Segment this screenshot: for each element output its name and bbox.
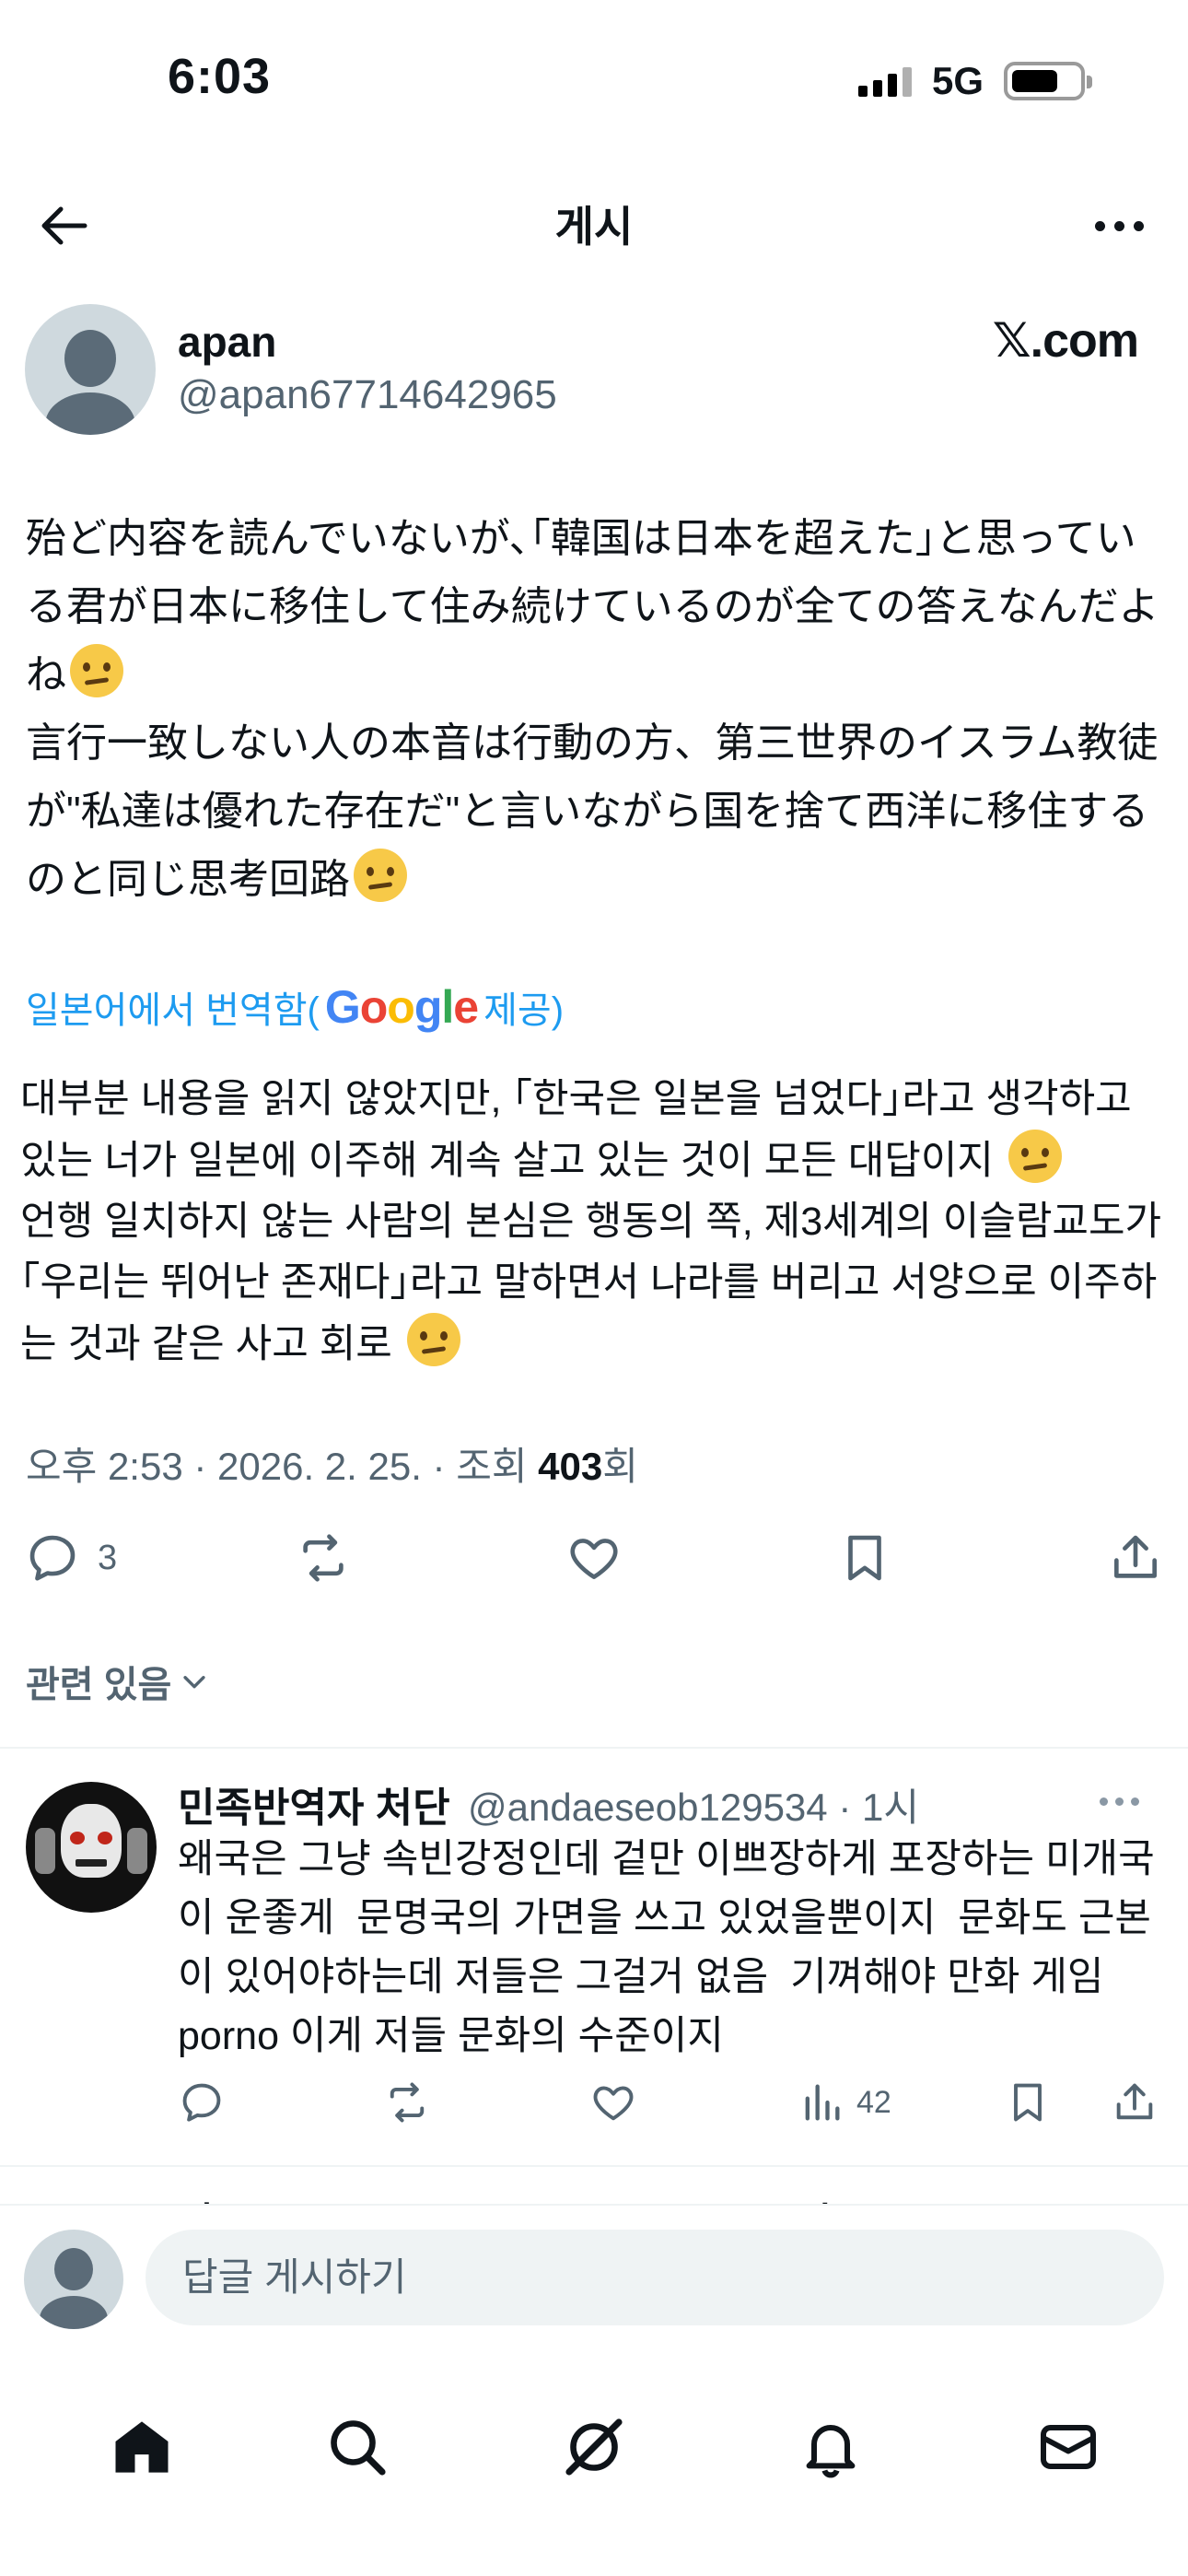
divider [0, 1747, 1188, 1749]
tab-notifications[interactable] [794, 2410, 868, 2484]
reply-repost-button[interactable] [383, 2078, 431, 2126]
heart-icon [570, 1539, 618, 1579]
bookmark-button[interactable] [836, 1529, 893, 1587]
google-logo: Google [324, 981, 479, 1033]
status-time: 6:03 [168, 49, 272, 104]
bookmark-icon [848, 1535, 881, 1581]
post-meta: 오후 2:53 · 2026. 2. 25. · 조회 403회 [26, 1435, 638, 1492]
bookmark-icon [1014, 2083, 1042, 2122]
post-text-paragraph-2: 言行一致しない人の本音は行動の方、第三世界のイスラム教徒が"私達は優れた存在だ"… [26, 720, 1159, 902]
heart-icon [593, 2086, 634, 2121]
analytics-icon [805, 2084, 840, 2121]
tab-messages[interactable] [1031, 2410, 1105, 2484]
bottom-tab-bar [0, 2351, 1188, 2576]
reply-author-avatar[interactable] [26, 1782, 157, 1913]
lying-face-emoji-icon [354, 849, 407, 902]
tab-grok[interactable] [557, 2410, 631, 2484]
post-body: 殆ど内容を読んでいないが､｢韓国は日本を超えた｣と思っている君が日本に移住して住… [26, 505, 1168, 914]
share-icon [1114, 1535, 1157, 1578]
signal-icon [857, 65, 912, 97]
reply-icon [29, 1535, 76, 1581]
reply-text: 왜국은 그냥 속빈강정인데 겉만 이쁘장하게 포장하는 미개국이 운좋게 문명국… [178, 1837, 1155, 2058]
translation-paragraph-2: 언행 일치하지 않는 사람의 본심은 행동의 쪽, 제3세계의 이슬람교도가 ｢… [20, 1200, 1173, 1366]
source-badge: 𝕏.com [992, 314, 1139, 368]
translated-post-body: 대부분 내용을 읽지 않았지만, ｢한국은 일본을 넘었다｣라고 생각하고 있는… [20, 1069, 1171, 1375]
mail-icon [1041, 2425, 1096, 2469]
lying-face-emoji-icon [1007, 1130, 1062, 1183]
reply-views-button[interactable]: 42 [798, 2078, 891, 2126]
author-handle[interactable]: @apan67714642965 [178, 372, 557, 418]
like-button[interactable] [565, 1529, 623, 1587]
more-options-button[interactable] [1087, 198, 1151, 253]
view-suffix: 회 [602, 1445, 638, 1488]
repost-icon [390, 2082, 425, 2123]
battery-icon [1004, 62, 1092, 100]
divider [0, 2165, 1188, 2167]
chevron-down-icon [183, 1676, 205, 1689]
translation-attribution[interactable]: 일본어에서 번역함( Google 제공) [26, 980, 564, 1034]
view-count: 403 [538, 1445, 603, 1488]
top-bar: 게시 [0, 175, 1188, 276]
translation-prefix: 일본어에서 번역함( [26, 990, 320, 1031]
author-avatar[interactable] [25, 304, 156, 435]
reply-button[interactable]: 3 [24, 1529, 117, 1587]
reply-view-count: 42 [856, 2084, 891, 2120]
page-title: 게시 [554, 203, 634, 251]
share-button[interactable] [1107, 1529, 1164, 1587]
repost-button[interactable] [295, 1529, 352, 1587]
network-label: 5G [931, 59, 984, 102]
reply-author-handle[interactable]: @andaeseob129534 · 1시 [468, 1776, 919, 1832]
reply-share-button[interactable] [1111, 2078, 1159, 2126]
my-avatar[interactable] [24, 2230, 123, 2329]
reply-composer [0, 2204, 1188, 2351]
reply-like-button[interactable] [589, 2078, 637, 2126]
reply-more-button[interactable] [1100, 1787, 1155, 1815]
translation-suffix: 제공) [483, 990, 565, 1031]
status-bar: 6:03 5G [0, 0, 1188, 157]
repost-icon [303, 1534, 344, 1582]
translation-paragraph-1: 대부분 내용을 읽지 않았지만, ｢한국은 일본을 넘었다｣라고 생각하고 있는… [20, 1077, 1143, 1183]
tab-search[interactable] [320, 2410, 394, 2484]
bell-icon [806, 2425, 856, 2478]
reply-input[interactable] [146, 2230, 1164, 2325]
sort-replies-dropdown[interactable]: 관련 있음 [26, 1655, 210, 1708]
status-indicators: 5G [857, 59, 1092, 103]
reply-action-bar: 42 [0, 2078, 1188, 2134]
reply-icon [182, 2083, 221, 2122]
grok-icon [565, 2418, 623, 2476]
reply-count: 3 [98, 1538, 118, 1577]
home-icon [115, 2421, 169, 2473]
post-timestamp: 오후 2:53 · 2026. 2. 25. · 조회 [26, 1445, 539, 1488]
reply-bookmark-button[interactable] [1004, 2078, 1052, 2126]
reply-reply-button[interactable] [178, 2078, 226, 2126]
share-icon [1116, 2083, 1153, 2120]
search-icon [331, 2420, 386, 2476]
author-name[interactable]: apan [178, 317, 276, 367]
post-action-bar: 3 [0, 1529, 1188, 1594]
lying-face-emoji-icon [406, 1313, 460, 1366]
post-text-paragraph-1: 殆ど内容を読んでいないが､｢韓国は日本を超えた｣と思っている君が日本に移住して住… [26, 516, 1159, 697]
lying-face-emoji-icon [70, 644, 123, 697]
tab-home[interactable] [105, 2410, 179, 2484]
reply-author-name[interactable]: 민족반역자 처단 [178, 1774, 450, 1833]
sort-label: 관련 있음 [26, 1665, 172, 1705]
